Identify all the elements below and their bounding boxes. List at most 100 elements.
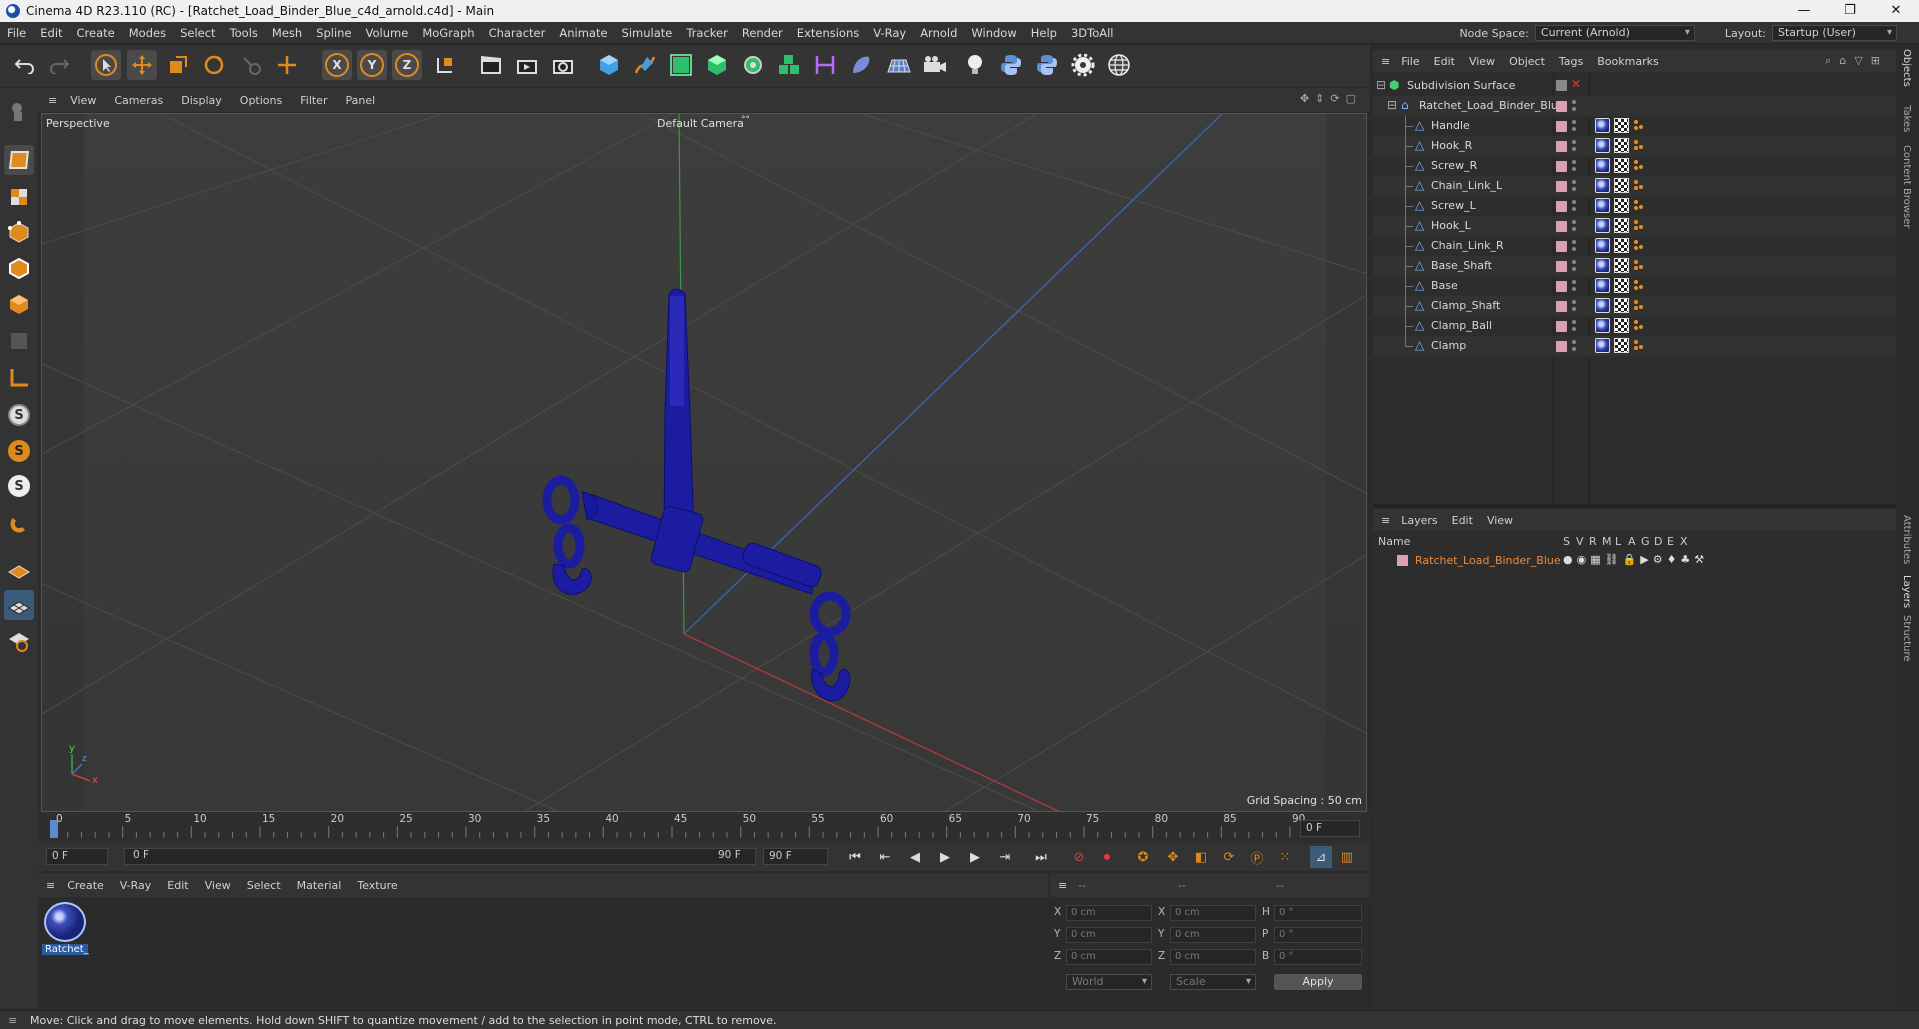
visibility-dots-icon[interactable] bbox=[1572, 319, 1576, 333]
material-menu-vray[interactable]: V-Ray bbox=[112, 879, 160, 892]
layer-menu-view[interactable]: View bbox=[1480, 514, 1520, 527]
layer-flag-header[interactable]: V bbox=[1576, 535, 1584, 548]
autokey-button[interactable]: ⏺ bbox=[1096, 846, 1118, 868]
object-row[interactable]: △ Chain_Link_L bbox=[1373, 176, 1896, 196]
field-button[interactable] bbox=[846, 50, 876, 80]
layer-flag-header[interactable]: R bbox=[1589, 535, 1597, 548]
viewport-menu-options[interactable]: Options bbox=[231, 94, 291, 107]
layer-color-swatch[interactable] bbox=[1556, 321, 1567, 332]
settings-button[interactable] bbox=[1068, 50, 1098, 80]
phong-tag-icon[interactable] bbox=[1634, 300, 1644, 310]
make-editable-button[interactable] bbox=[4, 96, 34, 126]
material-tag-icon[interactable] bbox=[1595, 218, 1610, 233]
deformer-button[interactable] bbox=[810, 50, 840, 80]
uvw-tag-icon[interactable] bbox=[1614, 178, 1629, 193]
size-x-field[interactable]: 0 cm bbox=[1170, 905, 1256, 921]
menu-spline[interactable]: Spline bbox=[309, 26, 358, 40]
frame-range-slider[interactable] bbox=[124, 848, 756, 865]
node-space-dropdown[interactable]: Current (Arnold) bbox=[1534, 25, 1695, 41]
python-script-button[interactable] bbox=[996, 50, 1026, 80]
material-hamburger-icon[interactable]: ≡ bbox=[46, 879, 55, 892]
planar-workplane-button[interactable] bbox=[4, 590, 34, 620]
tab-layers[interactable]: Layers bbox=[1901, 575, 1912, 608]
menu-render[interactable]: Render bbox=[735, 26, 790, 40]
coord-mode-dropdown[interactable]: Scale bbox=[1170, 974, 1256, 990]
menu-select[interactable]: Select bbox=[173, 26, 222, 40]
material-menu-select[interactable]: Select bbox=[239, 879, 289, 892]
transform-tool-button[interactable] bbox=[272, 50, 302, 80]
visibility-dots-icon[interactable] bbox=[1572, 219, 1576, 233]
uvw-tag-icon[interactable] bbox=[1614, 258, 1629, 273]
layer-menu-edit[interactable]: Edit bbox=[1445, 514, 1480, 527]
size-y-field[interactable]: 0 cm bbox=[1170, 927, 1256, 943]
layer-flag-header[interactable]: S bbox=[1563, 535, 1570, 548]
key-parameter-button[interactable]: Ⓟ bbox=[1246, 846, 1268, 868]
material-menu-edit[interactable]: Edit bbox=[159, 879, 196, 892]
timeline-ruler[interactable]: 0 5 10 15 20 25 30 35 40 45 50 55 60 65 70 75 80 85 90 0 F bbox=[38, 812, 1370, 842]
rot-h-field[interactable]: 0 ° bbox=[1274, 905, 1362, 921]
scale-tool-button[interactable] bbox=[163, 50, 193, 80]
menu-vray[interactable]: V-Ray bbox=[866, 26, 913, 40]
object-row[interactable]: △ Handle bbox=[1373, 116, 1896, 136]
visibility-dots-icon[interactable] bbox=[1572, 139, 1576, 153]
workplane-snap-button[interactable]: S bbox=[4, 471, 34, 501]
layer-color-swatch[interactable] bbox=[1556, 181, 1567, 192]
maximize-button[interactable]: ❐ bbox=[1827, 0, 1873, 22]
layer-color-swatch[interactable] bbox=[1556, 281, 1567, 292]
camera-object-button[interactable] bbox=[920, 50, 950, 80]
menu-window[interactable]: Window bbox=[964, 26, 1023, 40]
redo-button[interactable] bbox=[44, 50, 74, 80]
uvw-tag-icon[interactable] bbox=[1614, 118, 1629, 133]
layer-flag-header[interactable]: G bbox=[1641, 535, 1650, 548]
cloner-button[interactable] bbox=[738, 50, 768, 80]
object-row[interactable]: △ Screw_R bbox=[1373, 156, 1896, 176]
object-menu-tags[interactable]: Tags bbox=[1552, 55, 1590, 68]
layer-flag-icons[interactable]: ●◉▦⛓🔒▶⚙♦♣⚒ bbox=[1563, 553, 1708, 566]
phong-tag-icon[interactable] bbox=[1634, 220, 1644, 230]
pos-y-field[interactable]: 0 cm bbox=[1066, 927, 1152, 943]
visibility-dots-icon[interactable] bbox=[1572, 259, 1576, 273]
object-row[interactable]: △ Clamp_Shaft bbox=[1373, 296, 1896, 316]
layer-row[interactable]: Ratchet_Load_Binder_Blue ●◉▦⛓🔒▶⚙♦♣⚒ bbox=[1373, 551, 1896, 571]
z-axis-lock-button[interactable]: Z bbox=[392, 50, 422, 80]
object-menu-bookmarks[interactable]: Bookmarks bbox=[1590, 55, 1665, 68]
key-position-button[interactable]: ✥ bbox=[1162, 846, 1184, 868]
select-tool-button[interactable] bbox=[91, 50, 121, 80]
uvw-tag-icon[interactable] bbox=[1614, 338, 1629, 353]
menu-simulate[interactable]: Simulate bbox=[615, 26, 680, 40]
workplane-button[interactable] bbox=[4, 554, 34, 584]
object-row[interactable]: △ Clamp_Ball bbox=[1373, 316, 1896, 336]
collapse-icon[interactable]: ⊟ bbox=[1376, 79, 1389, 92]
tab-structure[interactable]: Structure bbox=[1901, 615, 1912, 662]
rot-b-field[interactable]: 0 ° bbox=[1274, 949, 1362, 965]
material-tag-icon[interactable] bbox=[1595, 338, 1610, 353]
visibility-dots-icon[interactable] bbox=[1572, 159, 1576, 173]
pos-z-field[interactable]: 0 cm bbox=[1066, 949, 1152, 965]
menu-animate[interactable]: Animate bbox=[552, 26, 614, 40]
undo-button[interactable] bbox=[10, 50, 40, 80]
locked-workplane-button[interactable] bbox=[4, 626, 34, 656]
phong-tag-icon[interactable] bbox=[1634, 240, 1644, 250]
x-axis-lock-button[interactable]: X bbox=[322, 50, 352, 80]
visibility-dots-icon[interactable] bbox=[1572, 199, 1576, 213]
viewport-menu-view[interactable]: View bbox=[61, 94, 105, 107]
cube-object-button[interactable] bbox=[594, 50, 624, 80]
object-row[interactable]: △ Hook_L bbox=[1373, 216, 1896, 236]
layer-color-swatch[interactable] bbox=[1556, 121, 1567, 132]
menu-volume[interactable]: Volume bbox=[359, 26, 416, 40]
render-picture-viewer-button[interactable] bbox=[512, 50, 542, 80]
menu-tools[interactable]: Tools bbox=[223, 26, 265, 40]
material-tag-icon[interactable] bbox=[1595, 318, 1610, 333]
size-z-field[interactable]: 0 cm bbox=[1170, 949, 1256, 965]
layer-flag-header[interactable]: X bbox=[1680, 535, 1688, 548]
material-tag-icon[interactable] bbox=[1595, 238, 1610, 253]
pos-x-field[interactable]: 0 cm bbox=[1066, 905, 1152, 921]
viewport-menu-display[interactable]: Display bbox=[172, 94, 231, 107]
viewport-nav-icons[interactable]: ✥⇕⟳▢ bbox=[1300, 92, 1362, 105]
tab-content-browser[interactable]: Content Browser bbox=[1901, 145, 1912, 228]
menu-edit[interactable]: Edit bbox=[33, 26, 69, 40]
layer-color-swatch[interactable] bbox=[1556, 101, 1567, 112]
menu-mograph[interactable]: MoGraph bbox=[415, 26, 481, 40]
material-item[interactable]: Ratchet_ bbox=[38, 898, 94, 960]
viewport-menu-cameras[interactable]: Cameras bbox=[105, 94, 172, 107]
